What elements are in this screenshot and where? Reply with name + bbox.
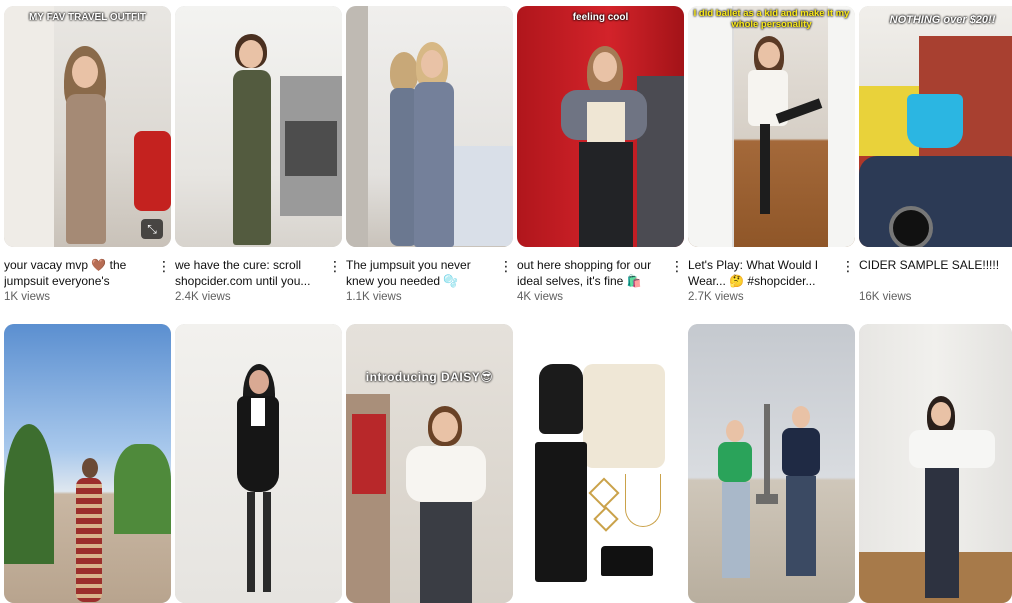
shorts-grid: MY FAV TRAVEL OUTFIT ⤡ your vacay mvp 🤎 … [0,0,1012,603]
video-thumbnail[interactable] [688,324,855,603]
video-card[interactable]: feeling cool out here shopping for our i… [517,6,684,303]
thumbnail-overlay-text: introducing DAISY😎 [365,370,494,384]
video-thumbnail[interactable]: MY FAV TRAVEL OUTFIT ⤡ [4,6,171,247]
thumbnail-overlay-text: feeling cool [572,12,629,23]
more-actions-icon[interactable]: ⋮ [841,259,855,275]
video-card[interactable]: MY FAV TRAVEL OUTFIT ⤡ your vacay mvp 🤎 … [4,6,171,303]
video-card[interactable] [688,324,855,603]
more-actions-icon[interactable]: ⋮ [157,259,171,275]
video-title[interactable]: Let's Play: What Would I Wear... 🤔 #shop… [688,257,835,289]
video-card[interactable]: we have the cure: scroll shopcider.com u… [175,6,342,303]
video-card[interactable]: The jumpsuit you never knew you needed 🫧… [346,6,513,303]
video-card[interactable]: I did ballet as a kid and make it my who… [688,6,855,303]
video-thumbnail[interactable] [4,324,171,603]
video-thumbnail[interactable] [346,6,513,247]
video-thumbnail[interactable] [859,324,1012,603]
video-thumbnail[interactable]: I did ballet as a kid and make it my who… [688,6,855,247]
video-thumbnail[interactable]: introducing DAISY😎 [346,324,513,603]
video-card[interactable]: introducing DAISY😎 [346,324,513,603]
view-count: 4K views [517,291,564,303]
video-title[interactable]: The jumpsuit you never knew you needed 🫧… [346,257,493,289]
video-title[interactable]: your vacay mvp 🤎 the jumpsuit everyone's… [4,257,151,289]
more-actions-icon[interactable]: ⋮ [670,259,684,275]
thumbnail-overlay-text: MY FAV TRAVEL OUTFIT [28,12,147,23]
video-title[interactable]: out here shopping for our ideal selves, … [517,257,664,289]
video-card[interactable] [517,324,684,603]
view-count: 1K views [4,291,51,303]
video-thumbnail[interactable]: feeling cool [517,6,684,247]
video-card[interactable]: NOTHING over $20!! CIDER SAMPLE SALE!!!!… [859,6,1012,303]
view-count: 2.4K views [175,291,231,303]
video-thumbnail[interactable] [517,324,684,603]
view-count: 2.7K views [688,291,744,303]
video-card[interactable] [4,324,171,603]
thumbnail-overlay-text: NOTHING over $20!! [889,14,996,26]
video-card[interactable] [175,324,342,603]
video-card[interactable] [859,324,1012,603]
video-thumbnail[interactable]: NOTHING over $20!! [859,6,1012,247]
video-title[interactable]: CIDER SAMPLE SALE!!!!! [859,257,1006,289]
view-count: 1.1K views [346,291,402,303]
expand-icon[interactable]: ⤡ [141,219,163,239]
more-actions-icon[interactable]: ⋮ [328,259,342,275]
thumbnail-overlay-text: I did ballet as a kid and make it my who… [693,8,850,30]
video-thumbnail[interactable] [175,6,342,247]
more-actions-icon[interactable]: ⋮ [499,259,513,275]
video-title[interactable]: we have the cure: scroll shopcider.com u… [175,257,322,289]
view-count: 16K views [859,291,912,303]
video-thumbnail[interactable] [175,324,342,603]
